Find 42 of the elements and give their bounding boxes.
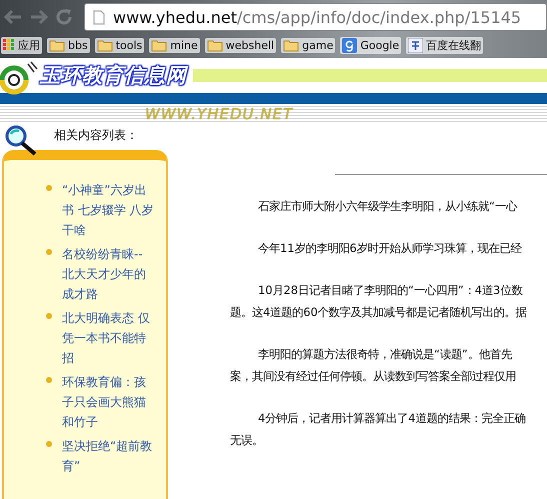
forward-icon[interactable] — [28, 8, 50, 26]
article-text: 4分钟后，记者用计算器算出了4道题的结果：完全正确 — [257, 410, 526, 427]
article-text: 今年11岁的李明阳6岁时开始从师学习珠算，现在已经 — [257, 240, 523, 257]
bookmark-item[interactable]: mine — [149, 38, 200, 52]
back-icon[interactable] — [2, 8, 24, 26]
article-text: 石家庄市师大附小六年级学生李明阳，从小练就“一心 — [257, 198, 518, 215]
bookmark-item[interactable]: bbs — [47, 38, 90, 52]
folder-icon — [206, 38, 223, 52]
bullet-icon — [46, 441, 52, 447]
reload-icon[interactable] — [54, 7, 74, 27]
article-text: 无误。 — [230, 432, 264, 449]
folder-icon — [283, 38, 300, 52]
sidebar-title: 相关内容列表： — [54, 127, 138, 144]
page-icon — [93, 10, 105, 24]
google-g-icon — [342, 38, 358, 52]
bookmark-item[interactable]: webshell — [204, 38, 276, 52]
bullet-icon — [46, 185, 52, 191]
bookmark-item[interactable]: game — [281, 38, 336, 52]
article-text: 题。这4道题的60个数字及其加减号都是记者随机写出的。据 — [230, 304, 528, 321]
related-link[interactable]: 环保教育偏：孩子只会画大熊猫和竹子 — [62, 372, 154, 432]
bookmark-item[interactable]: 百度在线翻 — [406, 36, 484, 54]
folder-icon — [96, 38, 113, 52]
site-title: 玉环教育信息网 — [40, 62, 187, 89]
related-link[interactable]: “小神童”六岁出书 七岁辍学 八岁干啥 — [62, 180, 154, 240]
article-text: 10月28日记者目睹了李明阳的“一心四用”：4道3位数 — [257, 282, 524, 299]
bookmark-item[interactable]: Google — [340, 36, 402, 54]
bookmark-item[interactable]: tools — [94, 38, 144, 52]
translate-icon — [408, 38, 424, 52]
bullet-icon — [46, 377, 52, 383]
folder-icon — [49, 38, 65, 52]
apps-grid-icon — [3, 39, 15, 51]
article-text: 李明阳的算题方法很奇特，准确说是“读题”。他首先 — [257, 346, 514, 363]
related-link[interactable]: 名校纷纷青睐--北大天才少年的成才路 — [62, 244, 154, 304]
site-url: WWW.YHEDU.NET — [145, 105, 294, 123]
bullet-icon — [46, 249, 52, 255]
address-bar[interactable]: www.yhedu.net/cms/app/info/doc/index.php/15145 — [84, 3, 547, 31]
folder-icon — [151, 38, 168, 52]
related-link[interactable]: 北大明确表态 仅凭一本书不能特招 — [62, 308, 154, 368]
bookmark-item[interactable]: 应用 — [1, 36, 42, 54]
bullet-icon — [46, 313, 52, 319]
related-link[interactable]: 坚决拒绝“超前教育” — [62, 436, 154, 476]
article-text: 案，其间没有经过任何停顿。从读数到写答案全部过程仅用 — [230, 368, 517, 385]
